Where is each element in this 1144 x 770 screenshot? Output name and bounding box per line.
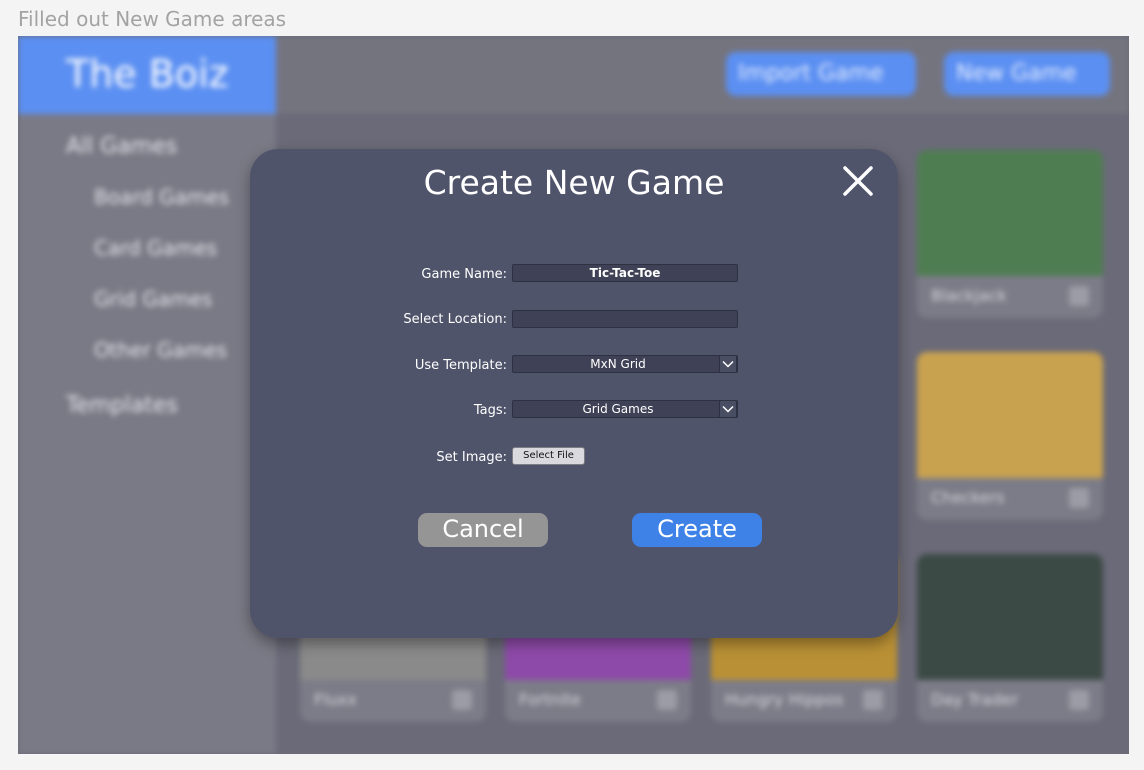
- new-game-button[interactable]: New Game: [944, 52, 1110, 96]
- location-label: Select Location:: [403, 312, 507, 327]
- sidebar-item-templates[interactable]: Templates: [18, 393, 276, 444]
- location-input[interactable]: [512, 310, 738, 328]
- create-game-dialog: Create New Game Game Name: Tic-Tac-Toe S…: [250, 149, 898, 638]
- game-card-title: Checkers: [931, 488, 1005, 507]
- tags-select[interactable]: Grid Games: [512, 400, 738, 418]
- game-card-title: Blackjack: [931, 286, 1007, 305]
- sidebar-item-other-games[interactable]: Other Games: [18, 338, 276, 389]
- import-game-label: Import Game: [738, 61, 884, 86]
- sidebar: The Boiz All Games Board Games Card Game…: [18, 36, 276, 754]
- dialog-title: Create New Game: [423, 163, 725, 202]
- select-file-button[interactable]: Select File: [512, 447, 585, 465]
- sidebar-item-card-games[interactable]: Card Games: [18, 236, 276, 287]
- cancel-button[interactable]: Cancel: [418, 513, 548, 547]
- edit-icon[interactable]: [1069, 488, 1089, 508]
- game-card-title: Day Trader: [931, 690, 1019, 709]
- game-thumbnail: [917, 352, 1103, 478]
- chevron-down-icon[interactable]: [719, 400, 737, 418]
- brand-logo: The Boiz: [18, 36, 276, 114]
- game-name-input[interactable]: Tic-Tac-Toe: [512, 264, 738, 282]
- create-button[interactable]: Create: [632, 513, 762, 547]
- sidebar-item-all-games[interactable]: All Games: [18, 134, 276, 185]
- game-card-title: Fluxx: [314, 690, 357, 709]
- template-selected-value: MxN Grid: [590, 357, 646, 371]
- edit-icon[interactable]: [657, 690, 677, 710]
- import-game-button[interactable]: Import Game: [726, 52, 916, 96]
- screenshot-caption: Filled out New Game areas: [18, 7, 287, 31]
- new-game-label: New Game: [956, 61, 1077, 86]
- tags-selected-value: Grid Games: [582, 402, 654, 416]
- chevron-down-icon[interactable]: [719, 355, 737, 373]
- edit-icon[interactable]: [1069, 286, 1089, 306]
- game-card-checkers[interactable]: Checkers: [917, 352, 1103, 520]
- template-label: Use Template:: [414, 358, 507, 373]
- game-card-title: Fortnite: [519, 690, 581, 709]
- game-card-blackjack[interactable]: Blackjack: [917, 150, 1103, 318]
- sidebar-item-board-games[interactable]: Board Games: [18, 185, 276, 236]
- game-thumbnail: [917, 150, 1103, 276]
- edit-icon[interactable]: [452, 690, 472, 710]
- edit-icon[interactable]: [1069, 690, 1089, 710]
- set-image-label: Set Image:: [436, 450, 507, 465]
- game-card-title: Hungry Hippos: [725, 690, 844, 709]
- game-thumbnail: [917, 554, 1103, 680]
- game-name-label: Game Name:: [421, 267, 507, 282]
- template-select[interactable]: MxN Grid: [512, 355, 738, 373]
- game-card-day-trader[interactable]: Day Trader: [917, 554, 1103, 722]
- edit-icon[interactable]: [863, 690, 883, 710]
- close-icon[interactable]: [840, 163, 876, 199]
- sidebar-nav: All Games Board Games Card Games Grid Ga…: [18, 134, 276, 444]
- sidebar-item-grid-games[interactable]: Grid Games: [18, 287, 276, 338]
- tags-label: Tags:: [473, 403, 507, 418]
